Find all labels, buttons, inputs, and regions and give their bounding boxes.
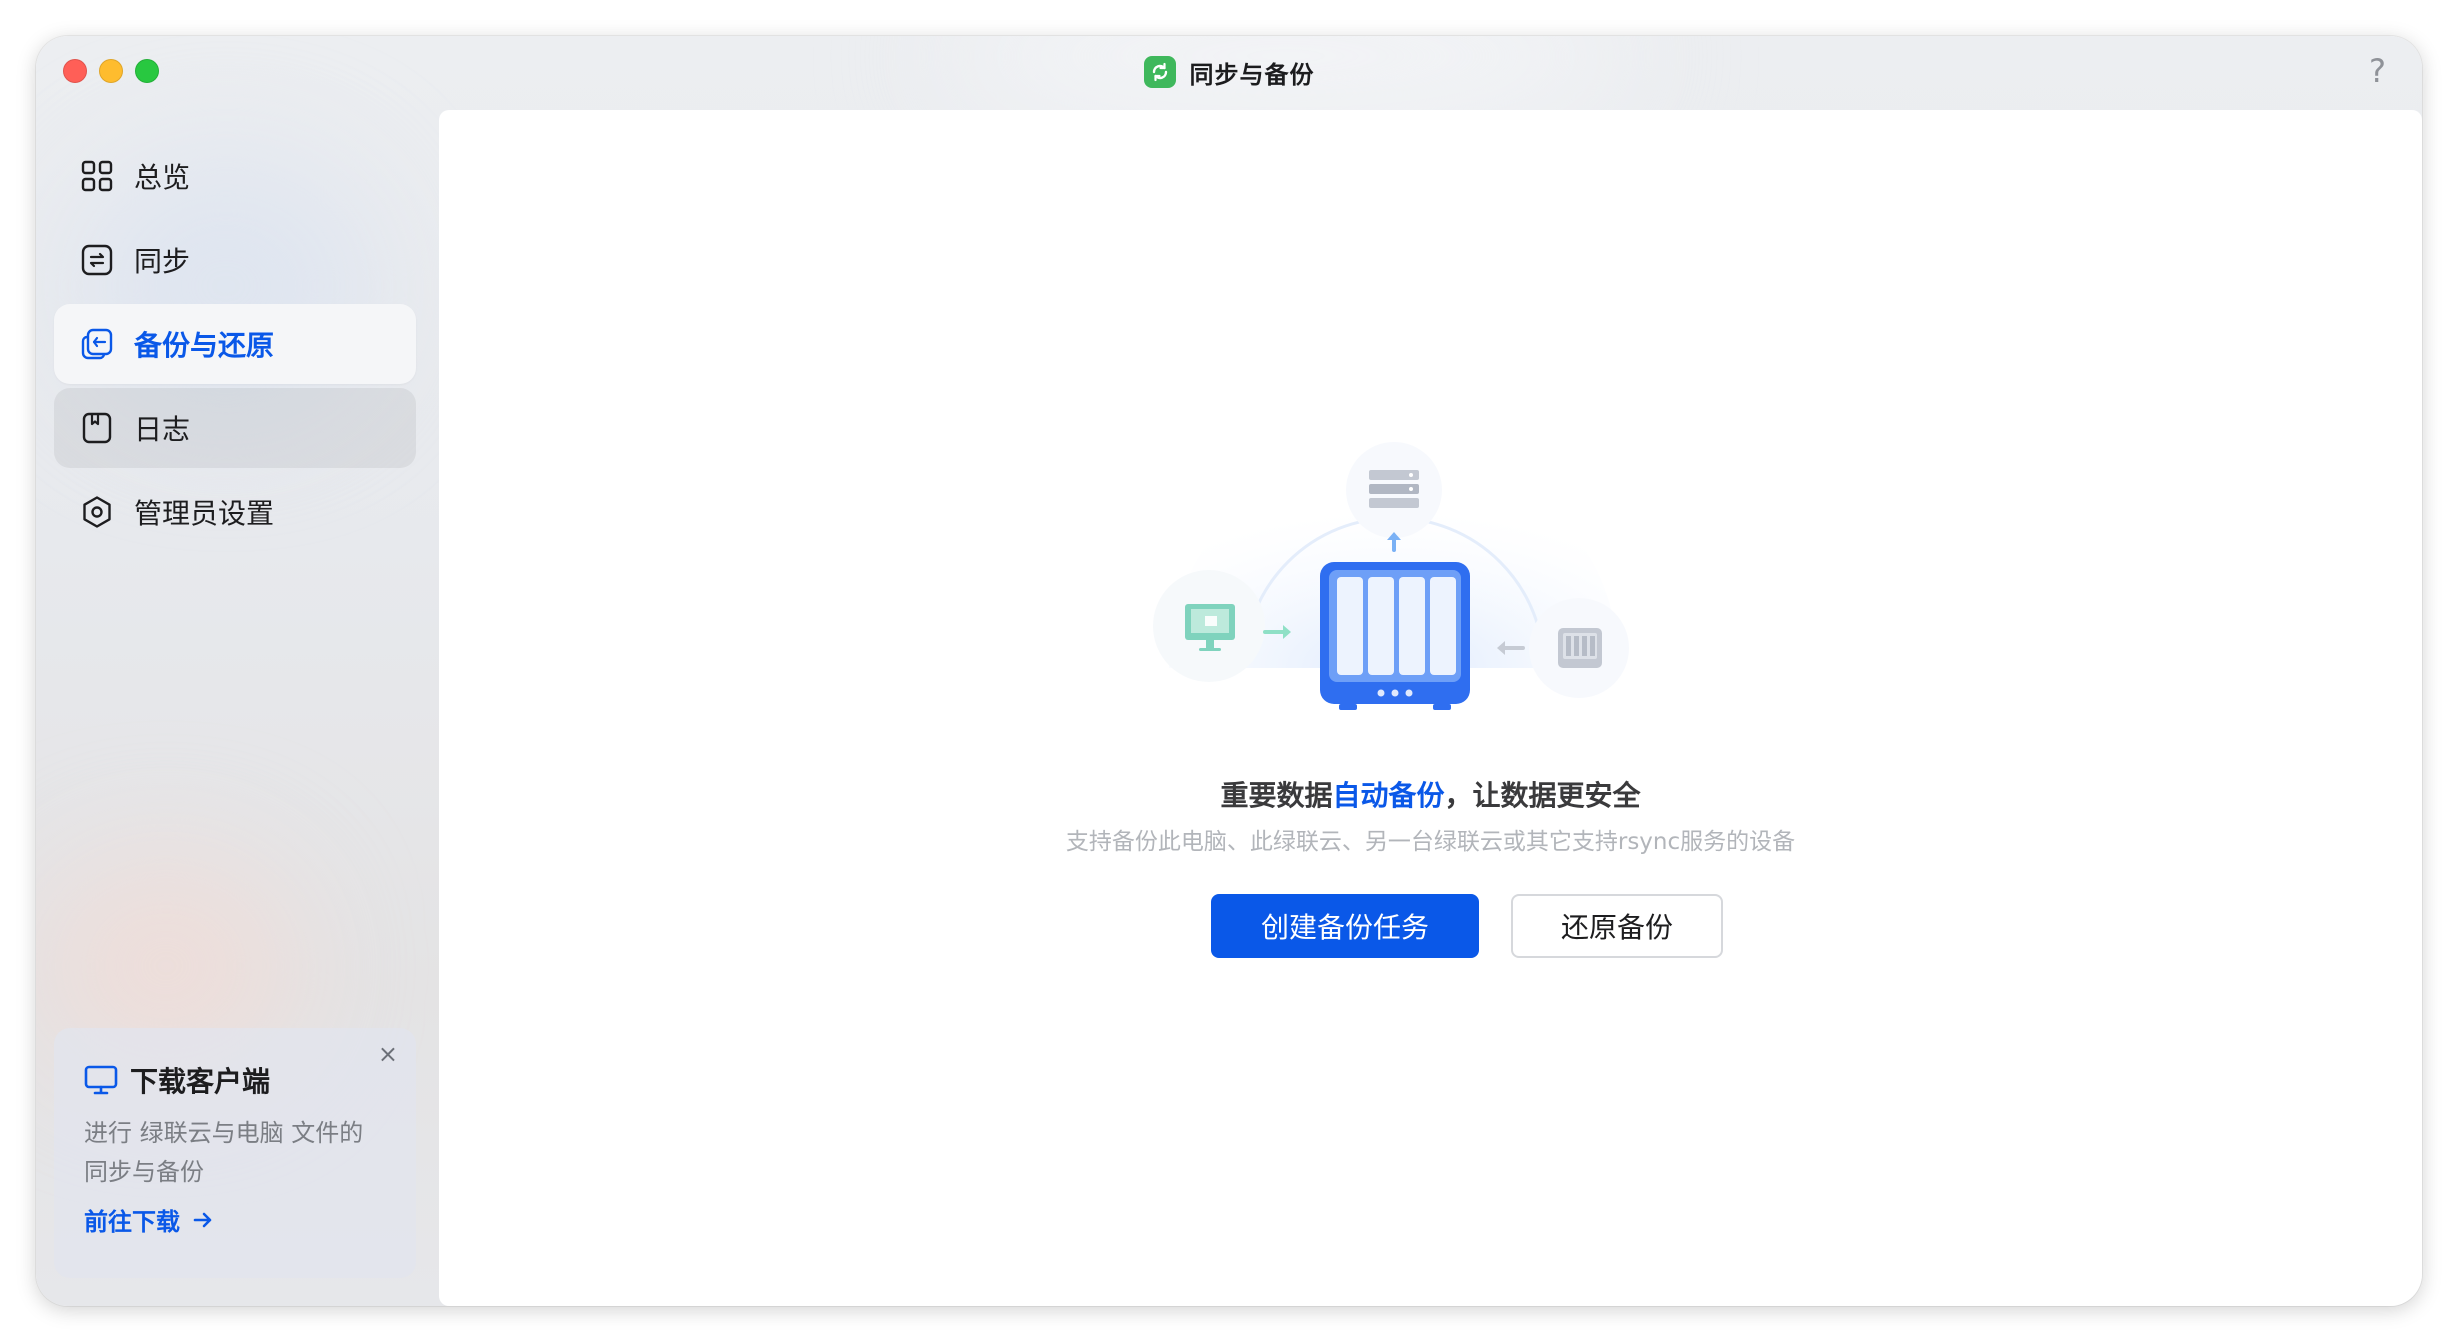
main-content: 重要数据自动备份，让数据更安全 支持备份此电脑、此绿联云、另一台绿联云或其它支持… [439, 110, 2422, 1306]
headline-highlight: 自动备份 [1332, 779, 1445, 812]
app-icon [1143, 56, 1176, 88]
headline-text-end: ，让数据更安全 [1444, 779, 1641, 812]
app-window: 同步与备份 ? 总览 同步 备份与还原 日志 管理员设置 × 下载客户端 进行 … [36, 36, 2422, 1306]
sidebar-item-label: 管理员设置 [134, 497, 275, 530]
server-icon [1369, 470, 1419, 508]
create-backup-task-button[interactable]: 创建备份任务 [1211, 894, 1479, 958]
sidebar: 总览 同步 备份与还原 日志 管理员设置 [54, 136, 416, 556]
settings-icon [83, 496, 111, 528]
restore-backup-button[interactable]: 还原备份 [1511, 894, 1723, 958]
sidebar-item-label: 日志 [134, 413, 191, 446]
sync-icon [81, 244, 113, 276]
sidebar-item-overview[interactable]: 总览 [54, 136, 416, 216]
sidebar-item-backup-restore[interactable]: 备份与还原 [54, 304, 416, 384]
backup-restore-icon [81, 328, 113, 360]
empty-state-description: 支持备份此电脑、此绿联云、另一台绿联云或其它支持rsync服务的设备 [1065, 829, 1796, 855]
headline-text: 重要数据 [1220, 779, 1333, 812]
grid-icon [81, 160, 113, 192]
close-icon[interactable]: × [378, 1040, 398, 1068]
backup-illustration [1153, 442, 1629, 710]
external-device-icon [1558, 628, 1602, 668]
download-client-card: × 下载客户端 进行 绿联云与电脑 文件的同步与备份 前往下载 [54, 1028, 416, 1278]
sidebar-item-label: 总览 [134, 161, 191, 194]
promo-title: 下载客户端 [130, 1065, 271, 1098]
log-icon [82, 412, 112, 444]
arrow-right-icon [193, 1212, 212, 1227]
sidebar-item-admin-settings[interactable]: 管理员设置 [54, 472, 416, 552]
download-link[interactable]: 前往下载 [84, 1202, 214, 1237]
sidebar-item-log[interactable]: 日志 [54, 388, 416, 468]
sidebar-item-label: 同步 [134, 245, 191, 278]
window-title: 同步与备份 [1189, 60, 1315, 89]
empty-state-headline: 重要数据自动备份，让数据更安全 [439, 774, 2422, 814]
help-icon[interactable]: ? [2369, 52, 2386, 90]
monitor-icon [84, 1065, 118, 1095]
nas-icon [1320, 562, 1470, 710]
promo-description: 进行 绿联云与电脑 文件的同步与备份 [84, 1119, 364, 1186]
sidebar-item-sync[interactable]: 同步 [54, 220, 416, 300]
title-bar: 同步与备份 [36, 52, 2422, 92]
sidebar-item-label: 备份与还原 [134, 329, 275, 362]
download-link-label: 前往下载 [84, 1208, 180, 1236]
